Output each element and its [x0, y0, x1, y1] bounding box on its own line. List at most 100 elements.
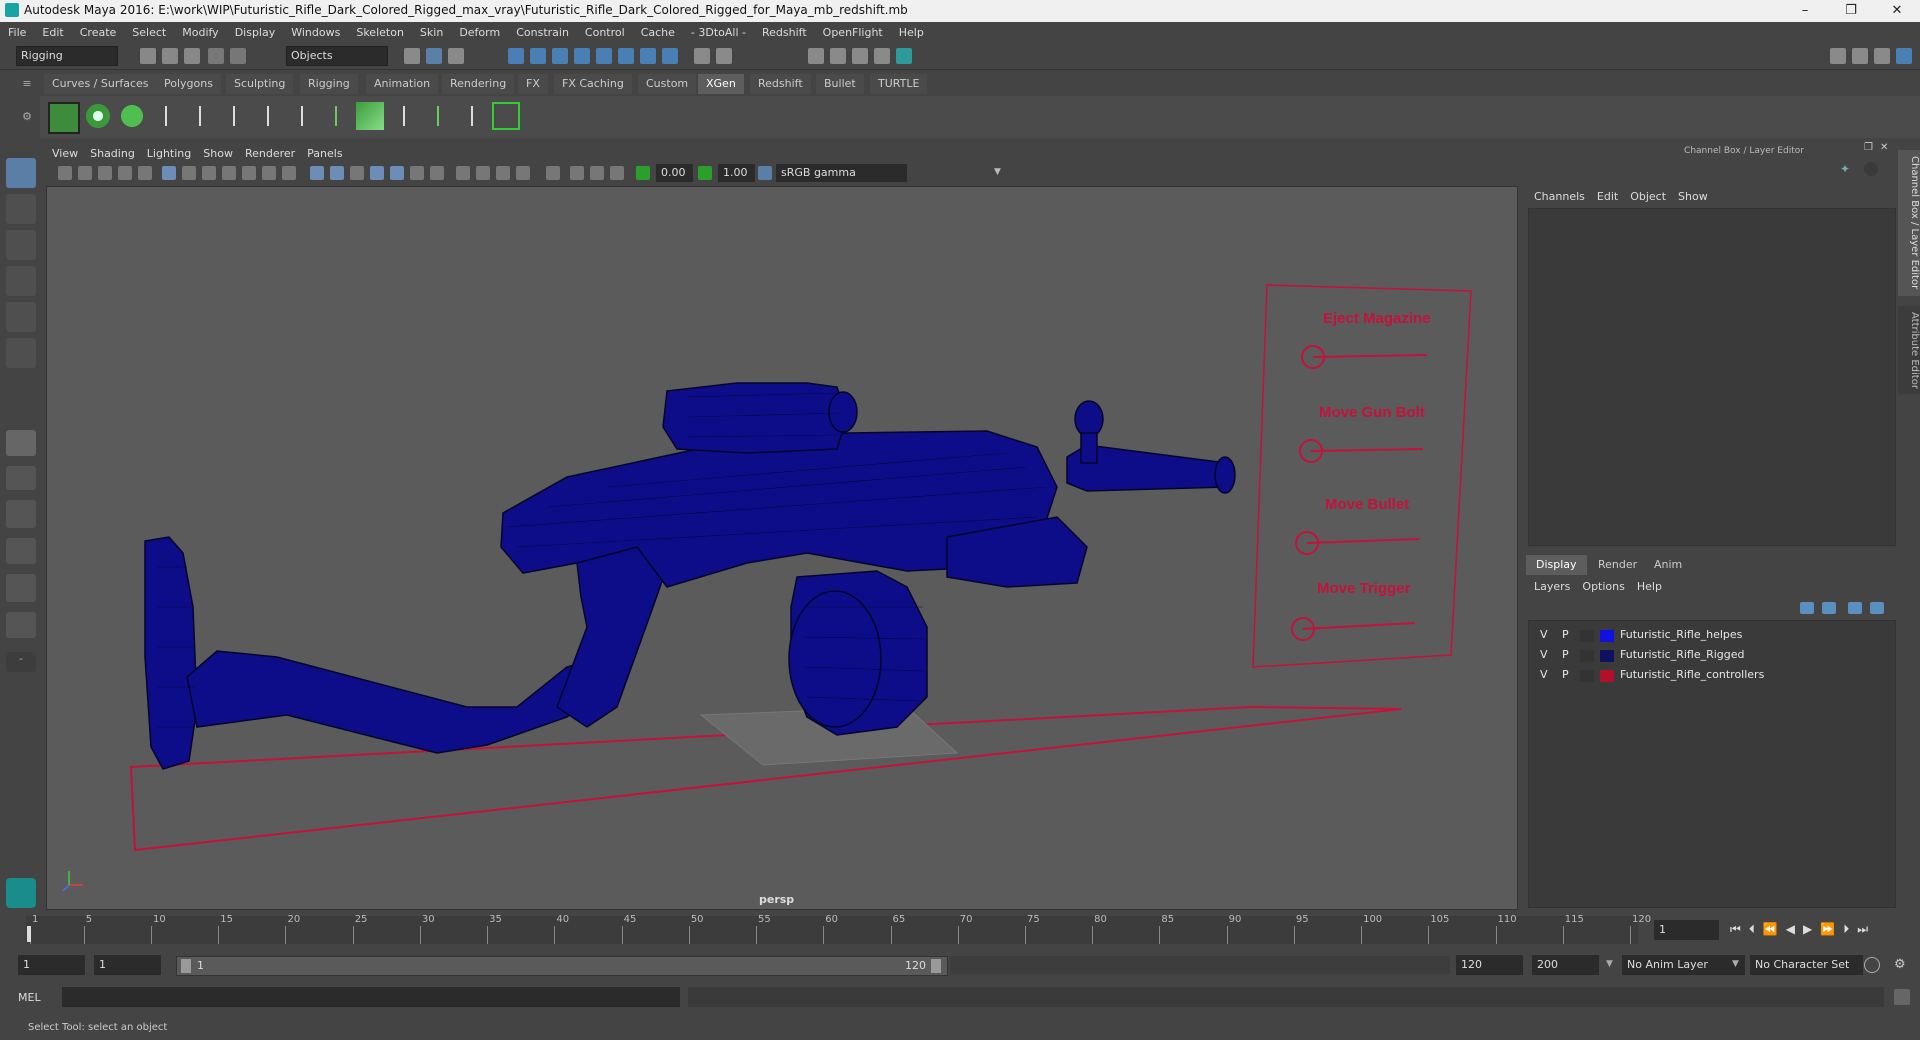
four-view-layout-icon[interactable] [6, 466, 36, 490]
step-back-icon[interactable]: ⏴ [1749, 922, 1763, 936]
close-panel-icon[interactable]: ✕ [1880, 142, 1892, 154]
xgen-collection-icon[interactable] [118, 102, 146, 130]
mode-dropdown[interactable]: Rigging [16, 46, 118, 66]
layer-row[interactable]: V P Futuristic_Rifle_Rigged [1530, 648, 1892, 666]
snap-grid-icon[interactable] [508, 48, 524, 64]
construction-history-icon[interactable] [716, 48, 732, 64]
menu-skeleton[interactable]: Skeleton [348, 22, 412, 43]
animation-start-field[interactable]: 1 [18, 955, 85, 975]
range-slider[interactable]: 1 120 [176, 956, 948, 976]
menu-edit[interactable]: Edit [34, 22, 71, 43]
menu-skin[interactable]: Skin [412, 22, 451, 43]
layer-tab-render[interactable]: Render [1588, 555, 1647, 575]
rifle-mesh[interactable] [144, 382, 1236, 770]
persp-graph-layout-icon[interactable] [6, 500, 36, 528]
layer-name[interactable]: Futuristic_Rifle_helpes [1620, 628, 1742, 641]
2d-pan-zoom-icon[interactable] [138, 166, 152, 180]
layer-menu-layers[interactable]: Layers [1524, 578, 1576, 596]
select-tool-icon[interactable] [6, 158, 36, 188]
color-management-icon[interactable] [758, 166, 772, 180]
rotate-tool-icon[interactable] [6, 302, 36, 332]
close-button[interactable]: ✕ [1874, 0, 1920, 22]
step-forward-icon[interactable]: ⏵ [1843, 922, 1857, 936]
snap-edge-icon[interactable] [618, 48, 634, 64]
wireframe-icon[interactable] [310, 166, 324, 180]
lasso-tool-icon[interactable] [6, 194, 36, 224]
anim-layer-dropdown[interactable]: No Anim Layer [1622, 955, 1745, 975]
viewport-menu-view[interactable]: View [46, 145, 84, 163]
channel-list[interactable] [1528, 208, 1896, 546]
guide-spline-icon[interactable] [458, 102, 486, 130]
menu-create[interactable]: Create [72, 22, 125, 43]
layer-visibility-toggle[interactable]: V [1540, 628, 1548, 641]
add-guide-icon[interactable] [152, 102, 180, 130]
camera-lock-icon[interactable] [610, 166, 624, 180]
undo-icon[interactable] [208, 48, 224, 64]
menu-modify[interactable]: Modify [174, 22, 226, 43]
layer-tab-display[interactable]: Display [1526, 555, 1587, 575]
layer-type-toggle[interactable] [1580, 650, 1594, 662]
shelf-tab-fx-caching[interactable]: FX Caching [554, 74, 632, 94]
isolate-select-icon[interactable] [546, 166, 560, 180]
layer-playback-toggle[interactable]: P [1562, 648, 1569, 661]
safe-title-icon[interactable] [282, 166, 296, 180]
range-start-handle[interactable] [181, 959, 191, 973]
xgen-editor-icon[interactable] [48, 102, 80, 134]
layer-menu-help[interactable]: Help [1631, 578, 1668, 596]
default-material-icon[interactable] [350, 166, 364, 180]
animation-end-field[interactable]: 200 [1532, 955, 1599, 975]
shelf-tab-bullet[interactable]: Bullet [816, 74, 864, 94]
shelf-tab-rendering[interactable]: Rendering [442, 74, 515, 94]
layer-playback-toggle[interactable]: P [1562, 668, 1569, 681]
layer-color-swatch[interactable] [1600, 670, 1614, 682]
new-layer-selected-icon[interactable] [1870, 602, 1884, 614]
safe-action-icon[interactable] [262, 166, 276, 180]
guide-tip-icon[interactable] [220, 102, 248, 130]
move-tool-icon[interactable] [6, 266, 36, 296]
render-layout-icon[interactable] [6, 612, 36, 638]
viewport-menu-show[interactable]: Show [197, 145, 239, 163]
render-view-icon[interactable] [808, 48, 824, 64]
gate-mask-icon[interactable] [222, 166, 236, 180]
menu-cache[interactable]: Cache [633, 22, 683, 43]
viewport-menu-renderer[interactable]: Renderer [239, 145, 301, 163]
snap-curve-icon[interactable] [530, 48, 546, 64]
go-to-end-icon[interactable]: ⏭ [1857, 922, 1876, 936]
ambient-occlusion-icon[interactable] [476, 166, 490, 180]
menu-windows[interactable]: Windows [283, 22, 348, 43]
shadows-icon[interactable] [456, 166, 470, 180]
color-space-chevron-down-icon[interactable]: ▼ [994, 167, 1001, 177]
open-scene-icon[interactable] [162, 48, 178, 64]
shelf-tab-sculpting[interactable]: Sculpting [226, 74, 294, 94]
workspace-icon[interactable] [1830, 48, 1846, 64]
layer-type-toggle[interactable] [1580, 670, 1594, 682]
range-end-handle[interactable] [931, 959, 941, 973]
menu-display[interactable]: Display [227, 22, 284, 43]
layer-row[interactable]: V P Futuristic_Rifle_controllers [1530, 668, 1892, 686]
menu-select[interactable]: Select [124, 22, 174, 43]
restore-button[interactable]: ❐ [1828, 0, 1874, 22]
guide-bend-icon[interactable] [390, 102, 418, 130]
camera-select-icon[interactable] [58, 166, 72, 180]
motion-blur-icon[interactable] [496, 166, 510, 180]
hypershade-icon[interactable] [896, 48, 912, 64]
menu-deform[interactable]: Deform [451, 22, 508, 43]
render-settings-icon[interactable] [874, 48, 890, 64]
layer-type-toggle[interactable] [1580, 630, 1594, 642]
playback-end-field[interactable]: 120 [1456, 955, 1523, 975]
menu-file[interactable]: File [0, 22, 34, 43]
channel-menu-edit[interactable]: Edit [1591, 188, 1624, 206]
shelf-tab-rigging[interactable]: Rigging [300, 74, 358, 94]
layout-more-icon[interactable]: - [6, 652, 36, 672]
new-empty-layer-icon[interactable] [1848, 602, 1862, 614]
side-tab-attribute-editor[interactable]: Attribute Editor [1898, 306, 1920, 394]
shelf-tab-fx[interactable]: FX [518, 74, 548, 94]
make-live-icon[interactable] [640, 48, 656, 64]
current-frame-field[interactable]: 1 [1654, 920, 1719, 940]
anti-aliasing-icon[interactable] [516, 166, 530, 180]
grid-icon[interactable] [162, 166, 176, 180]
character-set-dropdown[interactable]: No Character Set [1750, 955, 1863, 975]
channel-menu-show[interactable]: Show [1672, 188, 1714, 206]
viewport-menu-panels[interactable]: Panels [301, 145, 348, 163]
viewport-menu-shading[interactable]: Shading [84, 145, 141, 163]
